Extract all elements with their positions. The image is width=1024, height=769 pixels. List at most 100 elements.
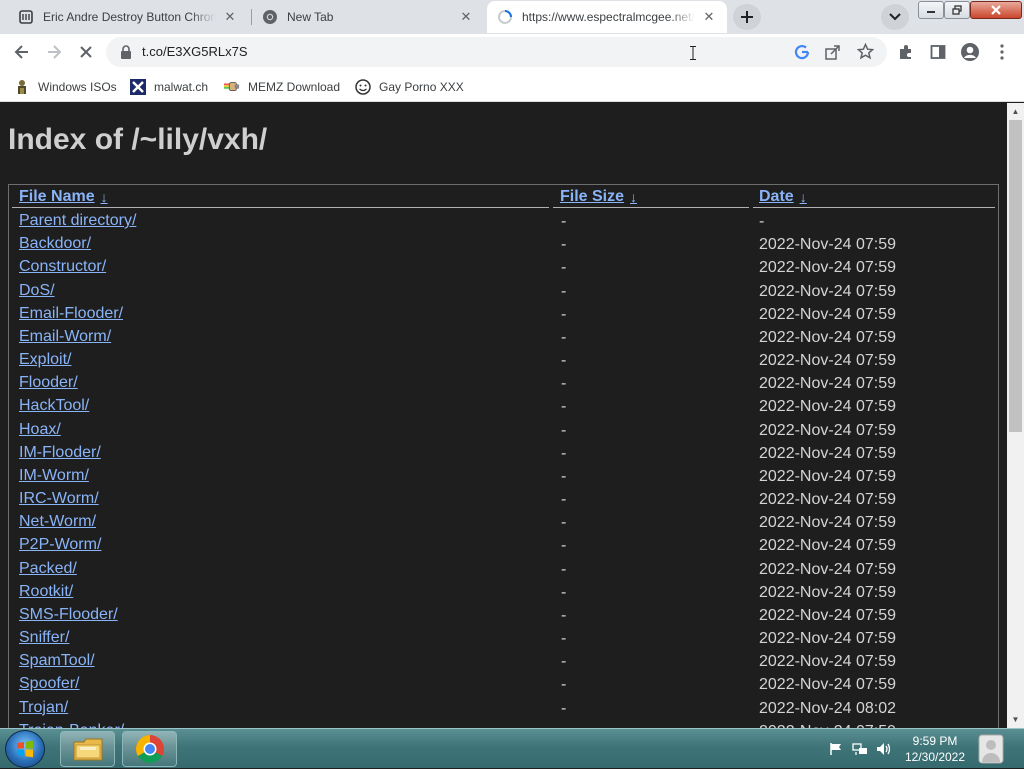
network-icon[interactable] xyxy=(852,741,868,757)
file-size-cell: - xyxy=(561,328,567,346)
start-button[interactable] xyxy=(5,730,45,768)
clock-time: 9:59 PM xyxy=(912,734,958,748)
stop-loading-button[interactable] xyxy=(72,38,100,66)
header-divider xyxy=(12,207,549,208)
table-row: P2P-Worm/ - 2022-Nov-24 07:59 xyxy=(9,534,998,557)
file-size-cell: - xyxy=(561,583,567,601)
profile-button[interactable] xyxy=(956,38,984,66)
close-tab-icon[interactable]: ✕ xyxy=(701,9,717,25)
taskbar-chrome-button[interactable] xyxy=(122,731,177,767)
file-size-cell: - xyxy=(561,305,567,323)
tab-title: Eric Andre Destroy Button Chrome xyxy=(43,10,216,24)
text-cursor-icon xyxy=(690,46,696,60)
taskbar-clock[interactable]: 9:59 PM 12/30/2022 xyxy=(900,733,970,765)
directory-link[interactable]: Flooder/ xyxy=(19,374,78,392)
nyan-cat-icon xyxy=(224,79,240,95)
address-bar-url[interactable]: t.co/E3XG5RLx7S xyxy=(142,44,248,59)
directory-link[interactable]: SMS-Flooder/ xyxy=(19,606,118,624)
file-size-cell: - xyxy=(561,653,567,671)
date-cell: 2022-Nov-24 07:59 xyxy=(759,398,896,416)
close-window-button[interactable] xyxy=(970,1,1022,19)
column-header-date[interactable]: Date ↓ xyxy=(759,188,807,206)
directory-link[interactable]: SpamTool/ xyxy=(19,652,95,670)
directory-link[interactable]: Email-Worm/ xyxy=(19,328,111,346)
forward-button[interactable] xyxy=(40,38,68,66)
maximize-button[interactable] xyxy=(944,1,970,19)
directory-link[interactable]: IRC-Worm/ xyxy=(19,490,99,508)
minimize-icon xyxy=(927,11,935,13)
file-size-cell: - xyxy=(561,259,567,277)
tab-new-tab[interactable]: New Tab ✕ xyxy=(252,1,484,33)
side-panel-icon xyxy=(930,45,946,59)
action-center-flag-icon[interactable] xyxy=(828,741,844,757)
user-silhouette-icon xyxy=(978,734,1004,764)
directory-link[interactable]: Spoofer/ xyxy=(19,675,79,693)
directory-link[interactable]: Rootkit/ xyxy=(19,583,73,601)
share-icon[interactable] xyxy=(825,44,841,60)
directory-link[interactable]: IM-Worm/ xyxy=(19,467,89,485)
tab-eric-andre[interactable]: Eric Andre Destroy Button Chrome ✕ xyxy=(8,1,248,33)
directory-link[interactable]: Parent directory/ xyxy=(19,212,136,230)
scroll-up-arrow-icon[interactable]: ▲ xyxy=(1007,103,1024,120)
back-button[interactable] xyxy=(8,38,36,66)
directory-link[interactable]: DoS/ xyxy=(19,282,55,300)
extensions-button[interactable] xyxy=(892,38,920,66)
directory-link[interactable]: Email-Flooder/ xyxy=(19,305,123,323)
side-panel-button[interactable] xyxy=(924,38,952,66)
taskbar-explorer-button[interactable] xyxy=(60,731,115,767)
bookmark-label: Gay Porno XXX xyxy=(379,80,464,94)
file-size-cell: - xyxy=(561,213,567,230)
directory-link[interactable]: Trojan/ xyxy=(19,699,68,717)
close-tab-icon[interactable]: ✕ xyxy=(458,9,474,25)
address-bar[interactable]: t.co/E3XG5RLx7S xyxy=(106,37,887,67)
bookmark-label: Windows ISOs xyxy=(38,80,117,94)
directory-link[interactable]: IM-Flooder/ xyxy=(19,444,101,462)
tab-search-button[interactable] xyxy=(881,4,909,30)
close-tab-icon[interactable]: ✕ xyxy=(222,9,238,25)
volume-icon[interactable] xyxy=(876,741,892,757)
bookmark-malwatch[interactable]: malwat.ch xyxy=(130,75,208,99)
scroll-down-arrow-icon[interactable]: ▼ xyxy=(1007,711,1024,728)
directory-link[interactable]: HackTool/ xyxy=(19,397,89,415)
explorer-icon xyxy=(73,738,102,761)
directory-link[interactable]: Net-Worm/ xyxy=(19,513,96,531)
date-cell: 2022-Nov-24 07:59 xyxy=(759,653,896,671)
directory-link[interactable]: Hoax/ xyxy=(19,421,61,439)
table-row: HackTool/ - 2022-Nov-24 07:59 xyxy=(9,395,998,418)
chevron-down-icon xyxy=(889,13,901,21)
user-avatar-button[interactable] xyxy=(974,731,1008,767)
windows-taskbar: 9:59 PM 12/30/2022 xyxy=(0,728,1024,768)
clock-date: 12/30/2022 xyxy=(904,750,966,764)
tab-strip: Eric Andre Destroy Button Chrome ✕ New T… xyxy=(0,0,1024,34)
tab-espectralmcgee[interactable]: https://www.espectralmcgee.net/ ✕ xyxy=(487,1,727,33)
bookmark-gay-porno-xxx[interactable]: Gay Porno XXX xyxy=(355,75,464,99)
file-size-cell: - xyxy=(561,467,567,485)
tab-title: https://www.espectralmcgee.net/ xyxy=(522,10,695,24)
minimize-button[interactable] xyxy=(918,1,944,19)
directory-link[interactable]: Exploit/ xyxy=(19,351,71,369)
column-header-file-name[interactable]: File Name ↓ xyxy=(19,188,108,206)
date-cell: 2022-Nov-24 07:59 xyxy=(759,282,896,300)
date-cell: 2022-Nov-24 07:59 xyxy=(759,236,896,254)
table-row: Email-Flooder/ - 2022-Nov-24 07:59 xyxy=(9,303,998,326)
file-size-cell: - xyxy=(561,375,567,393)
new-tab-button[interactable] xyxy=(733,4,761,30)
directory-link[interactable]: Sniffer/ xyxy=(19,629,69,647)
column-header-file-size[interactable]: File Size ↓ xyxy=(560,188,637,206)
directory-link[interactable]: P2P-Worm/ xyxy=(19,536,101,554)
menu-button[interactable] xyxy=(988,38,1016,66)
directory-link[interactable]: Backdoor/ xyxy=(19,235,91,253)
google-lens-icon[interactable] xyxy=(794,44,810,60)
directory-link[interactable]: Constructor/ xyxy=(19,258,106,276)
directory-link[interactable]: Packed/ xyxy=(19,560,77,578)
lock-icon[interactable] xyxy=(120,45,132,59)
tab-title: New Tab xyxy=(287,10,334,24)
star-icon[interactable] xyxy=(857,43,874,60)
bookmark-memz-download[interactable]: MEMZ Download xyxy=(224,75,340,99)
bookmark-label: MEMZ Download xyxy=(248,80,341,94)
system-tray xyxy=(828,729,900,769)
scrollbar-thumb[interactable] xyxy=(1009,120,1022,432)
arrow-left-icon xyxy=(14,45,28,59)
page-scrollbar[interactable]: ▲ ▼ xyxy=(1007,103,1024,728)
bookmark-windows-isos[interactable]: Windows ISOs xyxy=(14,75,117,99)
